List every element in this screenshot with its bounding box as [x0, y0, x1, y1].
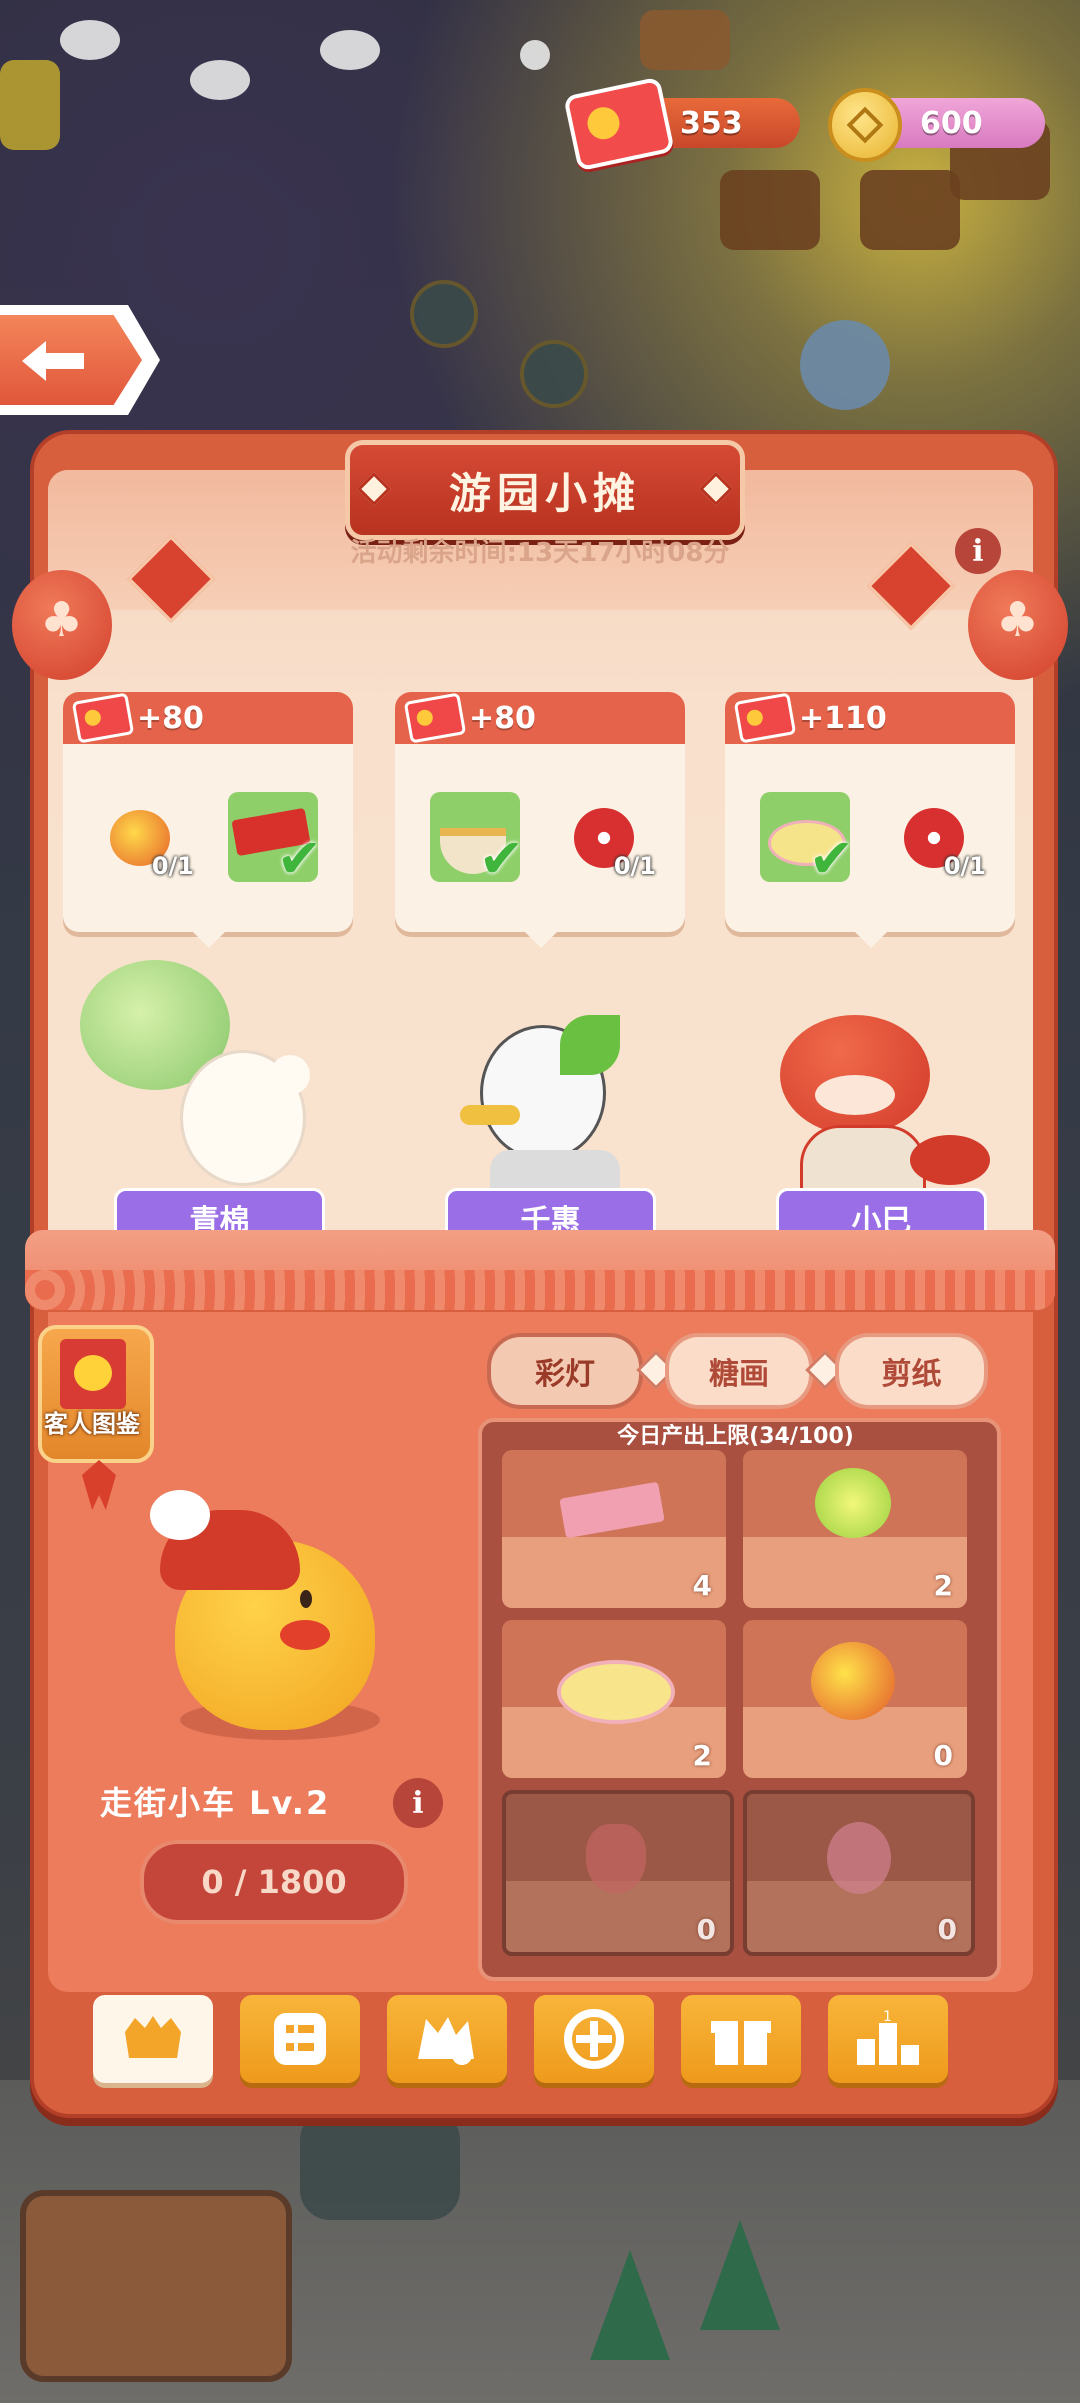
nav-shop[interactable] [93, 1995, 213, 2083]
tab-lantern[interactable]: 彩灯 [487, 1333, 643, 1409]
title-banner: 游园小摊 [345, 440, 745, 540]
nav-list[interactable] [240, 1995, 360, 2083]
turtle-candy-item [557, 1660, 675, 1724]
order-reward: +80 [137, 700, 204, 736]
check-icon: ✔ [808, 827, 854, 890]
back-button[interactable] [0, 305, 160, 415]
coin-icon [828, 88, 902, 162]
papercut-item: ✔ [228, 792, 322, 890]
tab-papercut[interactable]: 剪纸 [835, 1333, 988, 1409]
guest-qianhui[interactable] [460, 1015, 630, 1190]
lantern-decoration-right [968, 570, 1068, 680]
ticket-icon [733, 692, 797, 744]
paper-stack-item [559, 1481, 665, 1539]
guest-book-button[interactable] [38, 1325, 154, 1463]
guest-qingmian[interactable] [80, 960, 330, 1220]
soup-bowl-item: ✔ [430, 792, 524, 890]
coin-amount: 600 [920, 105, 983, 141]
guest-book-label: 客人图鉴 [44, 1410, 140, 1438]
clover-lamp-item [815, 1468, 891, 1538]
ranking-icon: 1 [857, 2009, 919, 2065]
cart-progress: 0 / 1800 [140, 1840, 408, 1924]
lotus-lamp-item [586, 1824, 646, 1894]
production-slot[interactable]: 2 [743, 1450, 967, 1608]
order-reward: +110 [799, 700, 887, 736]
order-card[interactable]: +80 0/1 ✔ [63, 692, 353, 948]
page-title: 游园小摊 [448, 468, 641, 518]
lantern-decoration-left [12, 570, 112, 680]
production-slot[interactable]: 0 [743, 1620, 967, 1778]
production-slot[interactable]: 2 [502, 1620, 726, 1778]
turtle-candy-item: ✔ [760, 792, 854, 890]
order-card[interactable]: +110 ✔ 0/1 [725, 692, 1015, 948]
nav-ingredients[interactable] [387, 1995, 507, 2083]
pink-lamp-item [827, 1822, 891, 1894]
ingredients-icon [418, 2017, 474, 2065]
info-button[interactable]: i [955, 528, 1001, 574]
production-slot[interactable]: 4 [502, 1450, 726, 1608]
gold-lantern-item [811, 1642, 895, 1720]
upgrade-icon [564, 2009, 624, 2069]
cart-info-button[interactable]: i [393, 1778, 443, 1828]
red-flower-item: 0/1 [560, 792, 656, 882]
list-icon [274, 2013, 326, 2065]
cart-level-name: 走街小车 Lv.2 [100, 1784, 331, 1822]
coin-counter[interactable]: 600 [828, 88, 1045, 162]
order-card[interactable]: +80 ✔ 0/1 [395, 692, 685, 948]
nav-gift[interactable] [681, 1995, 801, 2083]
ticket-icon [71, 692, 135, 744]
order-reward: +80 [469, 700, 536, 736]
check-icon: ✔ [276, 827, 322, 890]
nav-ranking[interactable]: 1 [828, 1995, 948, 2083]
ticket-counter[interactable]: 353 [563, 76, 800, 172]
arrow-left-icon [22, 341, 84, 381]
check-icon: ✔ [478, 827, 524, 890]
gift-icon [711, 2021, 771, 2065]
event-timer: 活动剩余时间:13天17小时08分 [350, 538, 730, 568]
ticket-amount: 353 [680, 105, 743, 141]
counter-pattern [25, 1270, 1055, 1310]
production-slot-locked[interactable]: 0 [502, 1790, 734, 1956]
nav-upgrade[interactable] [534, 1995, 654, 2083]
daily-limit: 今日产出上限(34/100) [617, 1424, 854, 1449]
guest-xiaosi[interactable] [770, 1015, 990, 1196]
ticket-icon [403, 692, 467, 744]
cart-mascot[interactable] [150, 1480, 400, 1760]
svg-text:1: 1 [883, 2009, 892, 2025]
shop-icon [125, 2016, 181, 2058]
lantern-item: 0/1 [98, 792, 194, 882]
tab-sugar-painting[interactable]: 糖画 [665, 1333, 813, 1409]
red-flower-item: 0/1 [890, 792, 986, 882]
production-slot-locked[interactable]: 0 [743, 1790, 975, 1956]
